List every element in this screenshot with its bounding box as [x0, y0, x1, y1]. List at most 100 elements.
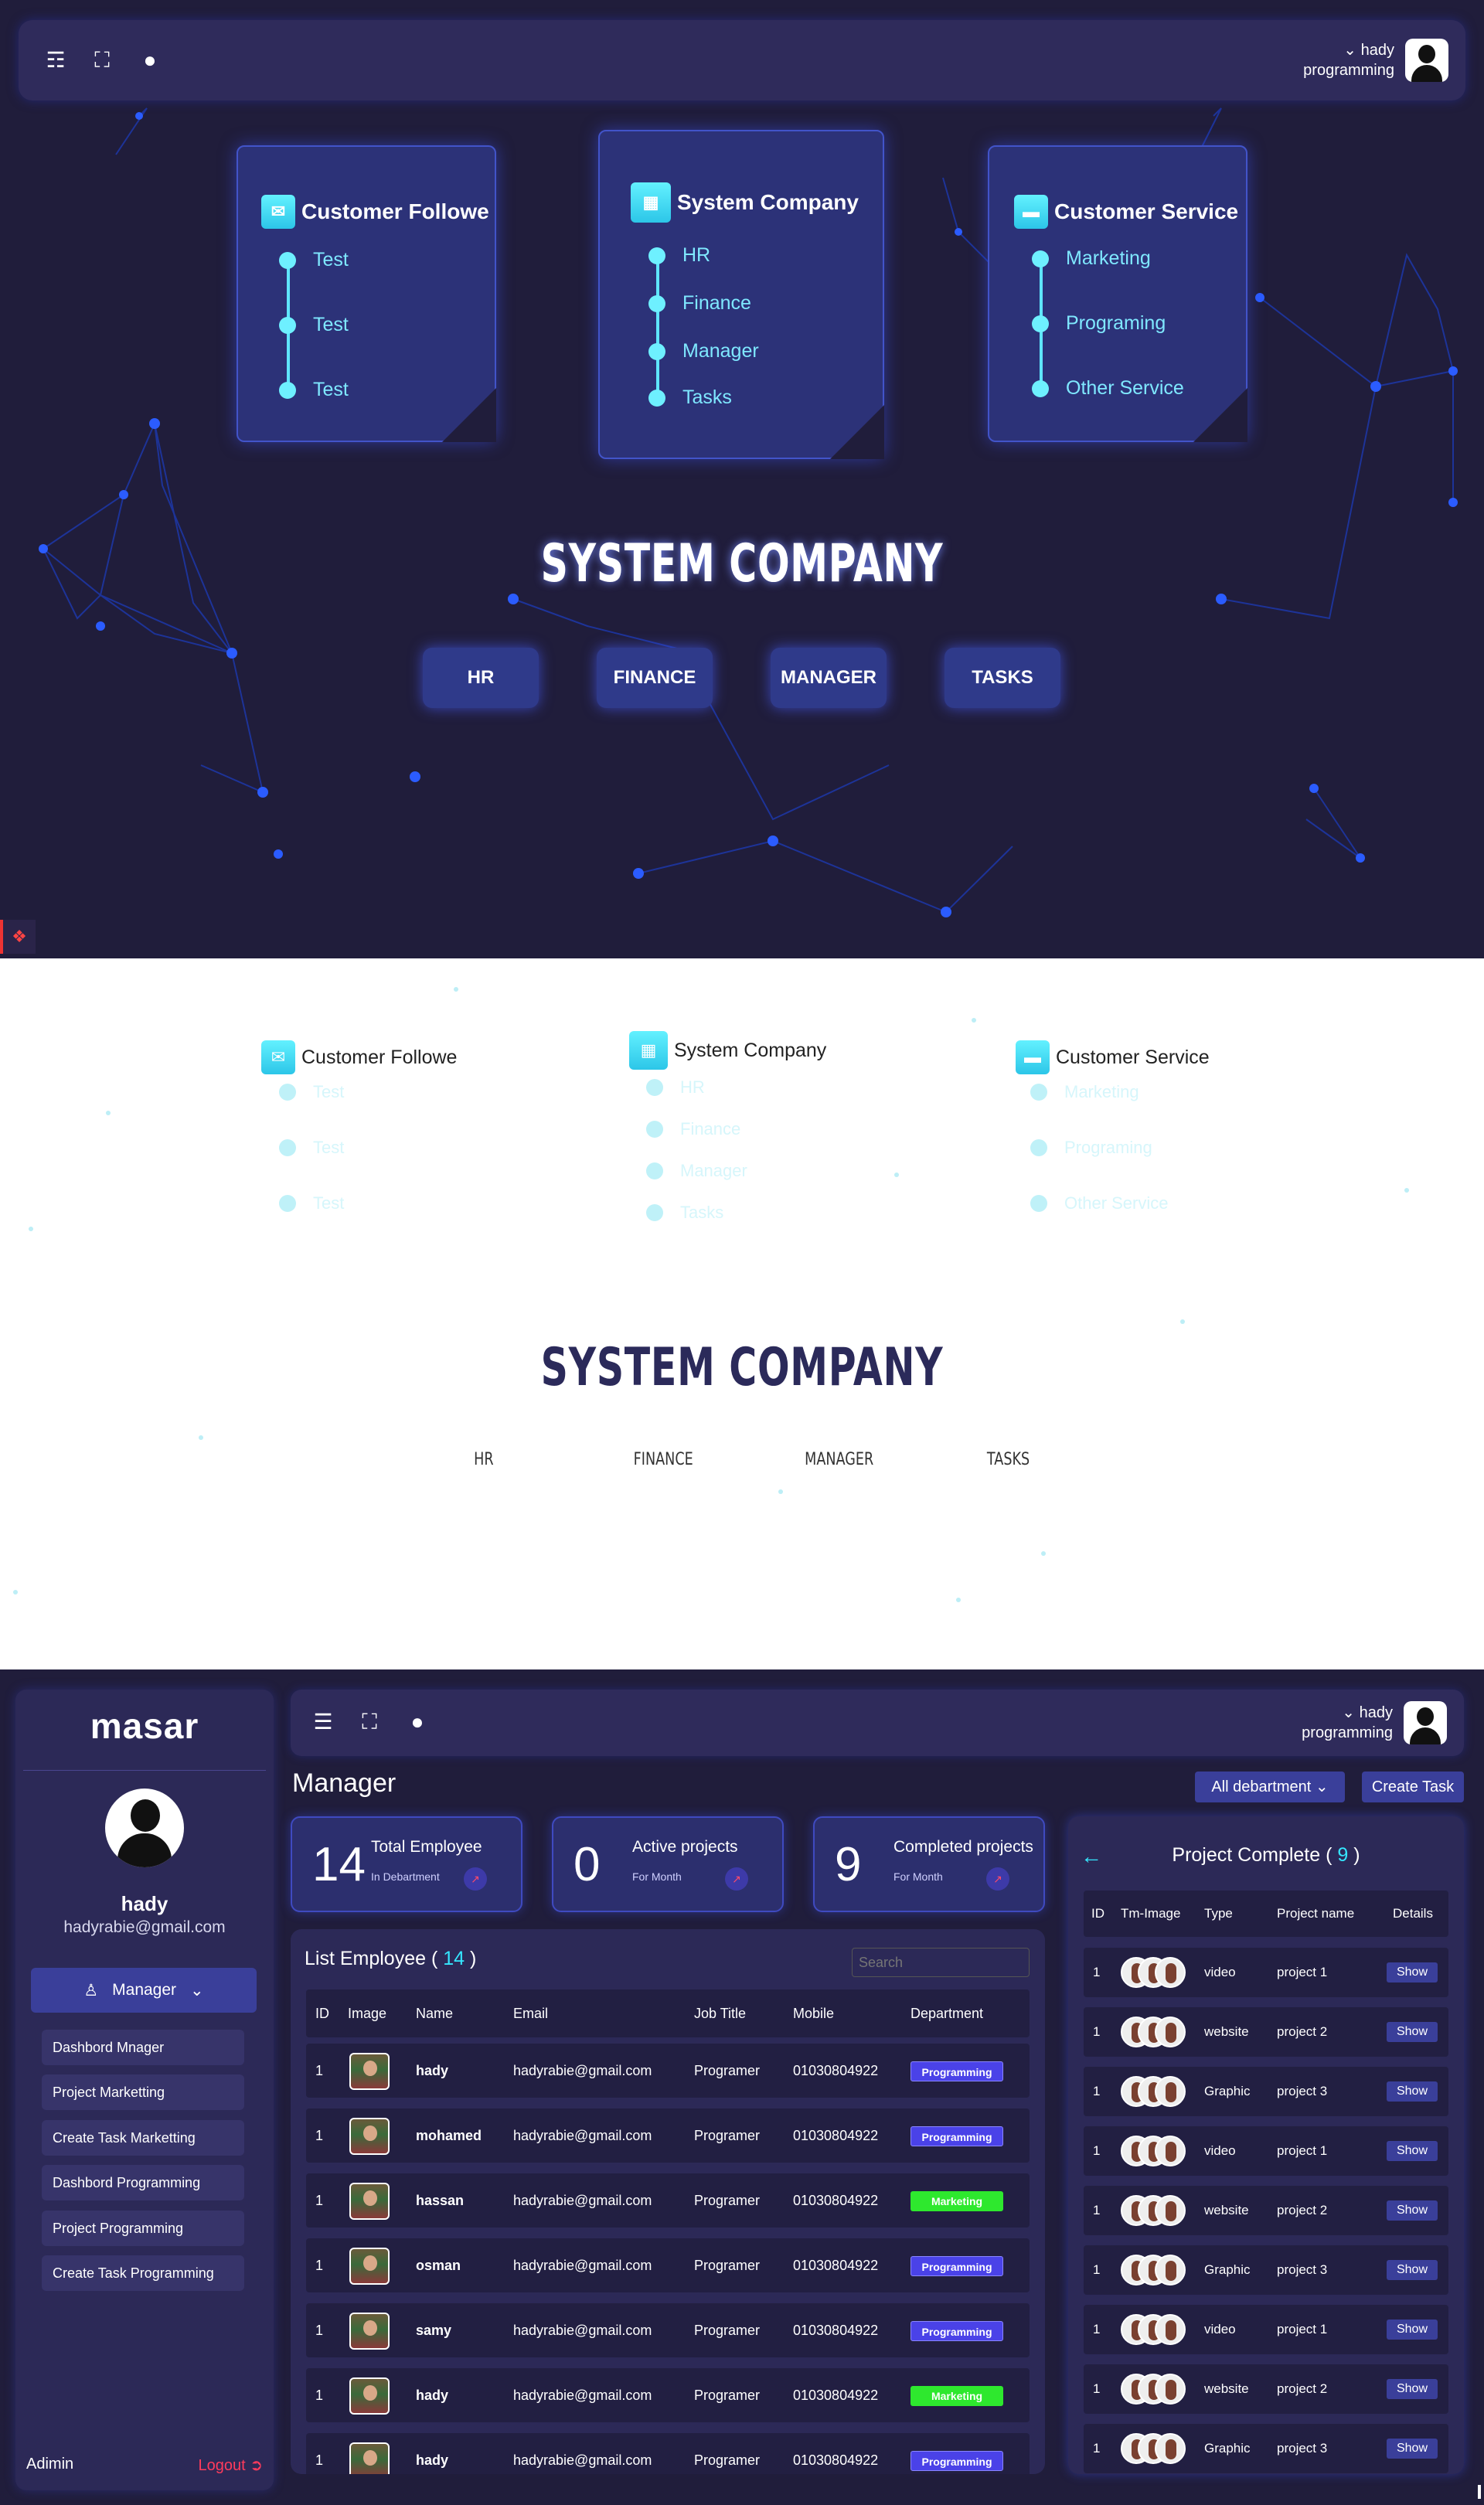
cell-type: website — [1204, 2381, 1249, 2396]
table-row[interactable]: 1 website project 2 Show — [1084, 2186, 1448, 2235]
card-link[interactable]: Manager — [646, 1161, 747, 1181]
cell-type: Graphic — [1204, 2441, 1251, 2456]
search-input[interactable] — [852, 1948, 1030, 1977]
cell-type: Graphic — [1204, 2084, 1251, 2098]
fullscreen-icon[interactable]: ⛶ — [356, 1708, 383, 1736]
table-row[interactable]: 1 hassan hadyrabie@gmail.com Programer 01030… — [306, 2173, 1030, 2228]
tasks-link[interactable]: TASKS — [987, 1450, 1030, 1469]
card-link[interactable]: Tasks — [648, 386, 732, 409]
cell-mobile: 01030804922 — [793, 2193, 879, 2208]
show-button[interactable]: Show — [1387, 2200, 1438, 2221]
tasks-button[interactable]: TASKS — [945, 648, 1060, 708]
role-dropdown[interactable]: ♙ Manager ⌄ — [31, 1968, 257, 2013]
card-link[interactable]: Programing — [1032, 312, 1166, 335]
card-link[interactable]: Other Service — [1030, 1193, 1169, 1213]
chevron-down-icon: ⌄ — [1342, 1704, 1360, 1721]
building-icon: ▦ — [629, 1031, 668, 1070]
project-complete-title: Project Complete ( 9 ) — [1172, 1844, 1360, 1866]
table-row[interactable]: 1 website project 2 Show — [1084, 2007, 1448, 2057]
card-link[interactable]: Finance — [646, 1119, 740, 1139]
card-link[interactable]: Test — [279, 1138, 344, 1158]
sidebar-item-dashboard-manager[interactable]: Dashbord Mnager — [42, 2030, 244, 2065]
cell-type: website — [1204, 2203, 1249, 2217]
table-row[interactable]: 1 hady hadyrabie@gmail.com Programer 0103080… — [306, 2044, 1030, 2098]
fullscreen-icon[interactable]: ⛶ — [88, 46, 116, 74]
table-row[interactable]: 1 hady hadyrabie@gmail.com Programer 0103080… — [306, 2433, 1030, 2474]
finance-button[interactable]: FINANCE — [597, 648, 713, 708]
manager-link[interactable]: MANAGER — [805, 1450, 873, 1469]
department-select[interactable]: All debartment ⌄ — [1195, 1772, 1345, 1802]
stat-completed-projects: 9 Completed projects For Month ↗ — [813, 1816, 1045, 1912]
card-title: Customer Service — [1054, 199, 1239, 223]
sidebar-item-create-task-marketing[interactable]: Create Task Marketting — [42, 2120, 244, 2156]
cell-mobile: 01030804922 — [793, 2258, 879, 2273]
table-row[interactable]: 1 video project 1 Show — [1084, 2126, 1448, 2176]
cell-name: project 1 — [1277, 2322, 1328, 2337]
table-row[interactable]: 1 Graphic project 3 Show — [1084, 2245, 1448, 2295]
employee-photo — [349, 2118, 390, 2155]
card-link[interactable]: Marketing — [1030, 1082, 1139, 1102]
card-link[interactable]: Test — [279, 1193, 344, 1213]
table-row[interactable]: 1 Graphic project 3 Show — [1084, 2424, 1448, 2473]
sidebar-item-create-task-programming[interactable]: Create Task Programming — [42, 2255, 244, 2291]
finance-link[interactable]: FINANCE — [634, 1450, 693, 1469]
employee-photo — [349, 2053, 390, 2090]
sidebar-item-project-programming[interactable]: Project Programming — [42, 2211, 244, 2246]
user-menu[interactable]: ⌄ hady programming — [1303, 37, 1448, 83]
hr-link[interactable]: HR — [474, 1450, 493, 1469]
show-button[interactable]: Show — [1387, 2022, 1438, 2042]
table-row[interactable]: 1 samy hadyrabie@gmail.com Programer 0103080… — [306, 2303, 1030, 2357]
table-row[interactable]: 1 website project 2 Show — [1084, 2364, 1448, 2414]
sidebar-item-dashboard-programming[interactable]: Dashbord Programming — [42, 2165, 244, 2200]
hr-button[interactable]: HR — [423, 648, 539, 708]
show-button[interactable]: Show — [1387, 2439, 1438, 2459]
table-row[interactable]: 1 Graphic project 3 Show — [1084, 2067, 1448, 2116]
employee-photo — [349, 2313, 390, 2350]
manager-button[interactable]: MANAGER — [771, 648, 887, 708]
employee-photo — [349, 2248, 390, 2285]
sidebar-item-project-marketing[interactable]: Project Marketting — [42, 2074, 244, 2110]
card-link[interactable]: Manager — [648, 340, 759, 362]
lightbulb-icon[interactable]: ● — [136, 46, 164, 74]
book-icon[interactable]: ☶ — [42, 46, 70, 74]
cell-name: hady — [416, 2063, 449, 2078]
table-row[interactable]: 1 video project 1 Show — [1084, 2305, 1448, 2354]
avatar[interactable] — [1404, 1701, 1447, 1744]
cell-type: video — [1204, 2143, 1236, 2158]
cell-id: 1 — [315, 2063, 324, 2078]
card-link[interactable]: Tasks — [646, 1203, 723, 1223]
team-avatars — [1121, 1957, 1186, 1988]
cell-job: Programer — [694, 2193, 761, 2208]
card-link[interactable]: Test — [279, 379, 349, 401]
table-row[interactable]: 1 mohamed hadyrabie@gmail.com Programer 0103… — [306, 2108, 1030, 2163]
show-button[interactable]: Show — [1387, 2320, 1438, 2340]
card-link[interactable]: Test — [279, 1082, 344, 1102]
table-row[interactable]: 1 hady hadyrabie@gmail.com Programer 0103080… — [306, 2368, 1030, 2422]
show-button[interactable]: Show — [1387, 2141, 1438, 2161]
cell-job: Programer — [694, 2128, 761, 2143]
show-button[interactable]: Show — [1387, 1962, 1438, 1983]
menu-icon[interactable]: ☰ — [309, 1708, 337, 1736]
show-button[interactable]: Show — [1387, 2081, 1438, 2102]
card-link[interactable]: Test — [279, 249, 349, 271]
card-link[interactable]: Programing — [1030, 1138, 1152, 1158]
card-link[interactable]: HR — [648, 244, 710, 267]
scrollbar[interactable] — [1478, 2485, 1481, 2499]
create-task-button[interactable]: Create Task — [1362, 1772, 1464, 1802]
card-link[interactable]: Marketing — [1032, 247, 1151, 270]
logout-link[interactable]: Logout ➲ — [199, 2456, 264, 2475]
table-row[interactable]: 1 osman hadyrabie@gmail.com Programer 010308… — [306, 2238, 1030, 2292]
avatar[interactable] — [1405, 39, 1448, 82]
card-link[interactable]: HR — [646, 1077, 705, 1098]
show-button[interactable]: Show — [1387, 2260, 1438, 2280]
show-button[interactable]: Show — [1387, 2379, 1438, 2399]
lightbulb-icon[interactable]: ● — [403, 1708, 431, 1736]
cell-email: hadyrabie@gmail.com — [513, 2323, 652, 2338]
card-link[interactable]: Test — [279, 314, 349, 336]
card-link[interactable]: Other Service — [1032, 377, 1184, 400]
team-avatars — [1121, 2195, 1186, 2226]
user-menu[interactable]: ⌄ hady programming — [1302, 1700, 1447, 1746]
user-role: programming — [1303, 62, 1394, 79]
card-link[interactable]: Finance — [648, 292, 751, 315]
table-row[interactable]: 1 video project 1 Show — [1084, 1948, 1448, 1997]
